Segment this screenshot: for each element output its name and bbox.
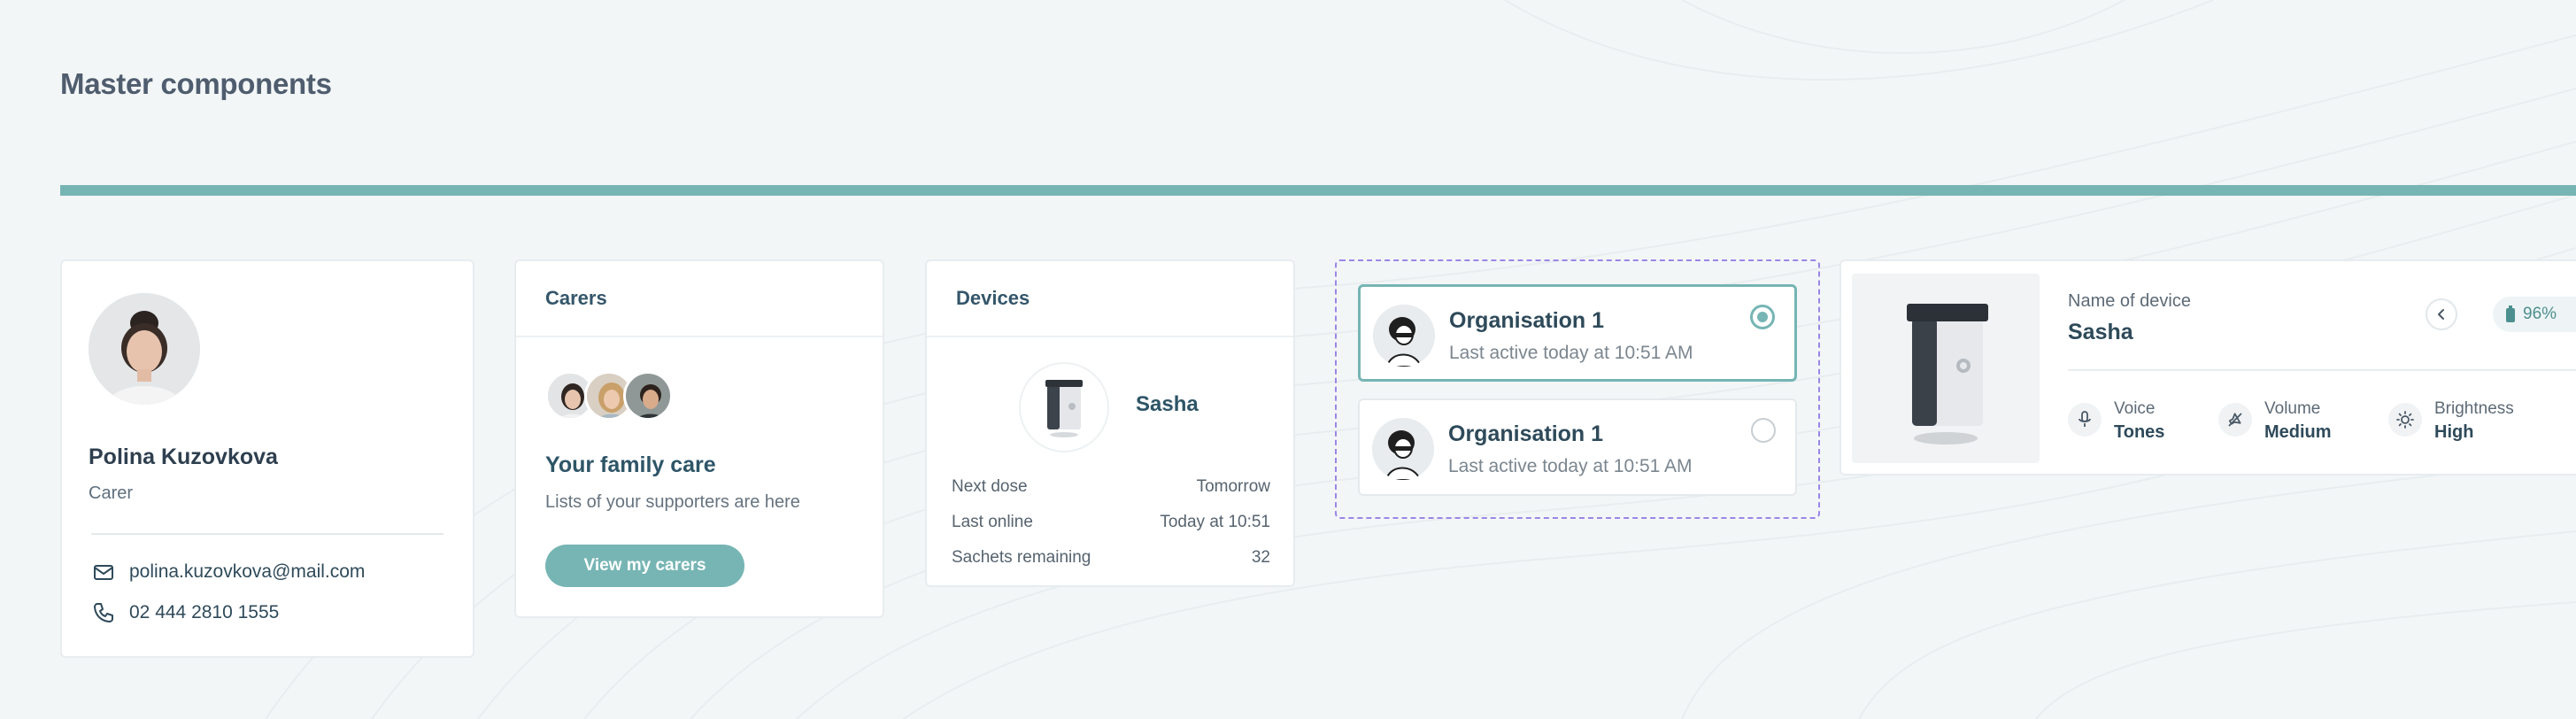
setting-value: High (2434, 422, 2474, 442)
organisation-selector: Organisation 1 Last active today at 10:5… (1335, 259, 1820, 519)
organisation-avatar (1372, 418, 1434, 480)
page: Master components Polina Kuzovkova Carer… (0, 0, 2576, 719)
section-divider (60, 185, 2576, 196)
organisation-last-active: Last active today at 10:51 AM (1448, 456, 1693, 476)
page-title: Master components (60, 67, 332, 100)
device-info-row: Last online Today at 10:51 (952, 513, 1270, 532)
setting-label: Volume (2264, 399, 2321, 418)
devices-card: Devices Sasha Next dose Tomorrow Last on… (925, 259, 1295, 587)
divider (91, 533, 443, 535)
carers-card: Carers Your family care Lists of your su… (514, 259, 884, 618)
radio-button[interactable] (1751, 418, 1776, 443)
profile-role: Carer (89, 483, 134, 503)
info-value: Tomorrow (1196, 477, 1270, 496)
setting-value: Tones (2114, 422, 2165, 442)
organisation-name: Organisation 1 (1449, 308, 1605, 333)
email-text: polina.kuzovkova@mail.com (129, 561, 366, 582)
info-label: Sachets remaining (952, 548, 1091, 567)
organisation-last-active: Last active today at 10:51 AM (1449, 343, 1693, 363)
info-value: Today at 10:51 (1160, 513, 1270, 531)
organisation-avatar (1373, 305, 1435, 367)
phone-row[interactable]: 02 444 2810 1555 (92, 601, 279, 624)
card-header-title: Carers (545, 287, 607, 309)
chevron-left-icon (2438, 309, 2444, 320)
profile-card: Polina Kuzovkova Carer polina.kuzovkova@… (60, 259, 474, 658)
setting-label: Brightness (2434, 399, 2514, 418)
device-image (1019, 362, 1109, 452)
setting-brightness[interactable]: Brightness High (2388, 399, 2514, 443)
avatar (623, 371, 673, 421)
volume-icon (2218, 403, 2252, 437)
device-image (1852, 274, 2040, 463)
battery-level: 96% (2523, 305, 2557, 323)
card-header-title: Devices (956, 287, 1030, 309)
info-label: Last online (952, 513, 1033, 531)
sun-icon (2388, 403, 2422, 437)
profile-name: Polina Kuzovkova (89, 445, 278, 469)
organisation-name: Organisation 1 (1448, 421, 1604, 446)
device-name-label: Name of device (2068, 291, 2191, 311)
info-label: Next dose (952, 477, 1028, 496)
phone-text: 02 444 2810 1555 (129, 602, 280, 622)
battery-badge: 96% (2493, 297, 2576, 332)
device-name-value: Sasha (2068, 320, 2133, 344)
avatar (89, 293, 200, 405)
divider (2068, 369, 2576, 371)
microphone-icon (2068, 403, 2102, 437)
phone-icon (94, 603, 113, 622)
device-info-row: Sachets remaining 32 (952, 548, 1270, 568)
mail-icon (94, 565, 113, 580)
setting-voice[interactable]: Voice Tones (2068, 399, 2164, 443)
device-detail-card: Name of device Sasha 96% Voice Tones Vol… (1839, 259, 2576, 475)
organisation-option[interactable]: Organisation 1 Last active today at 10:5… (1358, 284, 1797, 382)
carers-heading: Your family care (545, 452, 716, 477)
email-row[interactable]: polina.kuzovkova@mail.com (92, 561, 365, 584)
view-carers-button[interactable]: View my carers (545, 545, 744, 587)
card-header: Carers (516, 261, 883, 337)
setting-label: Voice (2114, 399, 2156, 418)
back-button[interactable] (2426, 298, 2457, 330)
card-header: Devices (927, 261, 1293, 337)
battery-icon (2506, 305, 2515, 322)
device-info-row: Next dose Tomorrow (952, 477, 1270, 497)
organisation-option[interactable]: Organisation 1 Last active today at 10:5… (1358, 398, 1797, 496)
setting-value: Medium (2264, 422, 2332, 442)
info-value: 32 (1251, 548, 1270, 567)
carer-avatars (545, 371, 673, 421)
device-name: Sasha (1136, 392, 1199, 416)
radio-button-selected[interactable] (1750, 305, 1775, 329)
carers-subtext: Lists of your supporters are here (545, 492, 800, 512)
setting-volume[interactable]: Volume Medium (2218, 399, 2332, 443)
